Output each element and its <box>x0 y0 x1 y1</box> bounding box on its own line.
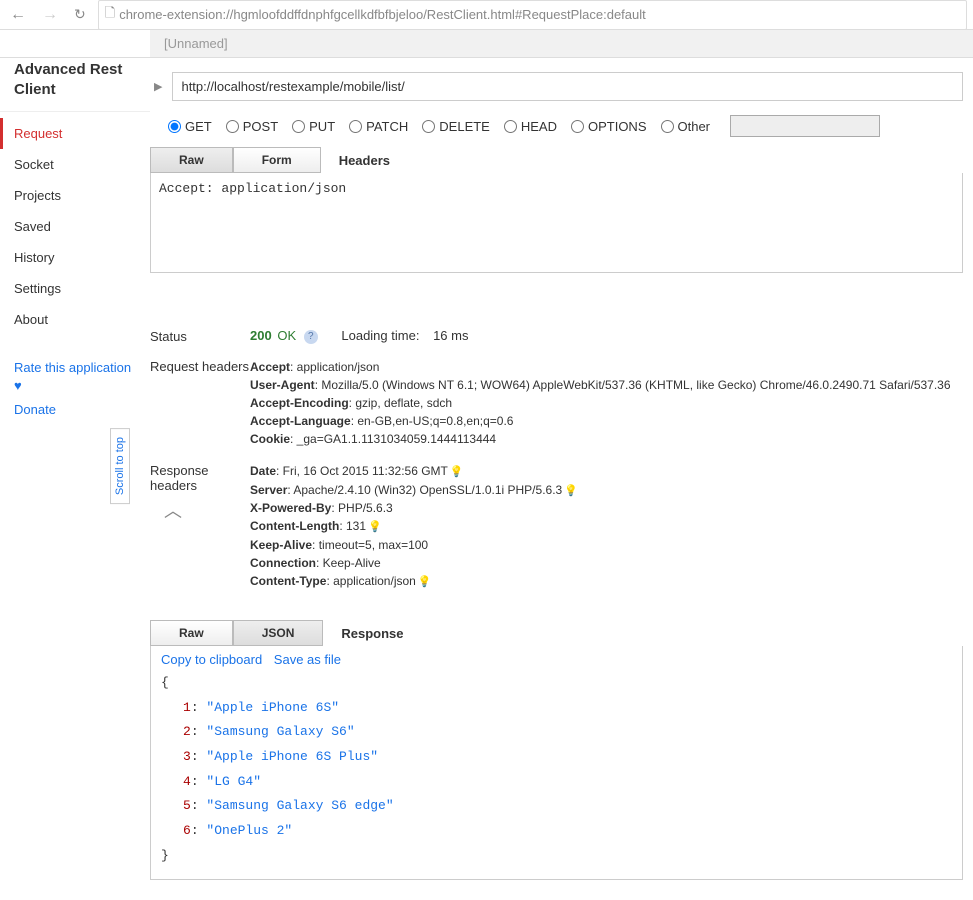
sidebar-item-settings[interactable]: Settings <box>0 273 150 304</box>
headers-label: Headers <box>339 153 390 168</box>
sidebar-item-request[interactable]: Request <box>0 118 150 149</box>
header-line: Content-Length: 131💡 <box>250 517 963 536</box>
bulb-icon[interactable]: 💡 <box>368 521 382 533</box>
request-url-input[interactable] <box>172 72 963 101</box>
other-method-input[interactable] <box>730 115 880 137</box>
method-head[interactable]: HEAD <box>504 119 557 134</box>
method-options[interactable]: OPTIONS <box>571 119 647 134</box>
loading-time-label: Loading time: <box>341 328 419 343</box>
headers-textarea[interactable]: Accept: application/json <box>150 173 963 273</box>
header-line: Accept-Language: en-GB,en-US;q=0.8,en;q=… <box>250 412 963 430</box>
method-get[interactable]: GET <box>168 119 212 134</box>
tab-unnamed[interactable]: [Unnamed] <box>150 30 242 57</box>
rate-link[interactable]: Rate this application ♥ <box>14 359 136 395</box>
json-row: 2: "Samsung Galaxy S6" <box>161 720 952 745</box>
app-title-top <box>0 30 150 57</box>
donate-link[interactable]: Donate <box>14 401 136 419</box>
response-headers-label: Response headers <box>150 463 250 493</box>
header-line: Server: Apache/2.4.10 (Win32) OpenSSL/1.… <box>250 481 963 500</box>
response-body: Copy to clipboard Save as file {1: "Appl… <box>150 646 963 880</box>
sidebar-item-saved[interactable]: Saved <box>0 211 150 242</box>
save-as-file-link[interactable]: Save as file <box>274 652 341 667</box>
json-row: 3: "Apple iPhone 6S Plus" <box>161 745 952 770</box>
forward-icon[interactable]: → <box>38 4 62 26</box>
sidebar-item-about[interactable]: About <box>0 304 150 335</box>
address-bar[interactable]: 🗋 chrome-extension://hgmloofddffdnphfgce… <box>98 0 967 30</box>
status-text: OK <box>277 328 296 343</box>
loading-time-value: 16 ms <box>433 328 468 343</box>
top-bar: [Unnamed] <box>0 30 973 58</box>
http-method-row: GET POST PUT PATCH DELETE HEAD OPTIONS Other <box>168 115 963 137</box>
headers-form-tab[interactable]: Form <box>233 147 321 173</box>
response-raw-tab[interactable]: Raw <box>150 620 233 646</box>
sidebar-item-history[interactable]: History <box>0 242 150 273</box>
sidebar-item-projects[interactable]: Projects <box>0 180 150 211</box>
method-post[interactable]: POST <box>226 119 278 134</box>
scroll-to-top-button[interactable]: Scroll to top <box>110 428 130 504</box>
copy-to-clipboard-link[interactable]: Copy to clipboard <box>161 652 262 667</box>
json-row: 1: "Apple iPhone 6S" <box>161 696 952 721</box>
bulb-icon[interactable]: 💡 <box>418 576 432 588</box>
headers-raw-tab[interactable]: Raw <box>150 147 233 173</box>
app-title: Advanced Rest Client <box>0 58 150 112</box>
header-line: Connection: Keep-Alive <box>250 554 963 572</box>
collapse-toggle-icon[interactable]: ▶ <box>150 76 166 97</box>
json-row: 4: "LG G4" <box>161 770 952 795</box>
header-line: Accept-Encoding: gzip, deflate, sdch <box>250 394 963 412</box>
response-json-tab[interactable]: JSON <box>233 620 324 646</box>
method-other[interactable]: Other <box>661 119 711 134</box>
back-icon[interactable]: ← <box>6 4 30 26</box>
header-line: User-Agent: Mozilla/5.0 (Windows NT 6.1;… <box>250 376 963 394</box>
json-output: {1: "Apple iPhone 6S"2: "Samsung Galaxy … <box>151 671 962 869</box>
response-headers-list: Date: Fri, 16 Oct 2015 11:32:56 GMT💡Serv… <box>250 462 963 590</box>
main-content: Scroll to top ▶ GETPOSTPUTPATCHDELETEHEA… <box>150 58 973 900</box>
browser-toolbar: ← → ↻ 🗋 chrome-extension://hgmloofddffdn… <box>0 0 973 30</box>
header-line: Date: Fri, 16 Oct 2015 11:32:56 GMT💡 <box>250 462 963 481</box>
help-icon[interactable]: ? <box>304 330 318 344</box>
method-delete[interactable]: DELETE <box>422 119 490 134</box>
bulb-icon[interactable]: 💡 <box>450 466 464 478</box>
status-code: 200 <box>250 328 272 343</box>
header-line: Keep-Alive: timeout=5, max=100 <box>250 536 963 554</box>
header-line: X-Powered-By: PHP/5.6.3 <box>250 499 963 517</box>
json-row: 5: "Samsung Galaxy S6 edge" <box>161 794 952 819</box>
refresh-icon[interactable]: ↻ <box>70 4 90 25</box>
header-line: Cookie: _ga=GA1.1.1131034059.1444113444 <box>250 430 963 448</box>
collapse-arrow-icon[interactable]: ︿ <box>164 497 182 523</box>
nav-list: RequestSocketProjectsSavedHistorySetting… <box>0 118 150 335</box>
request-headers-list: Accept: application/jsonUser-Agent: Mozi… <box>250 358 963 448</box>
header-line: Accept: application/json <box>250 358 963 376</box>
json-row: 6: "OnePlus 2" <box>161 819 952 844</box>
url-text: chrome-extension://hgmloofddffdnphfgcell… <box>119 7 646 22</box>
status-label: Status <box>150 328 250 344</box>
response-label: Response <box>341 626 403 641</box>
sidebar-item-socket[interactable]: Socket <box>0 149 150 180</box>
bulb-icon[interactable]: 💡 <box>564 485 578 497</box>
method-put[interactable]: PUT <box>292 119 335 134</box>
header-line: Content-Type: application/json💡 <box>250 572 963 591</box>
request-headers-label: Request headers <box>150 358 250 448</box>
page-icon: 🗋 <box>105 4 115 26</box>
method-patch[interactable]: PATCH <box>349 119 408 134</box>
